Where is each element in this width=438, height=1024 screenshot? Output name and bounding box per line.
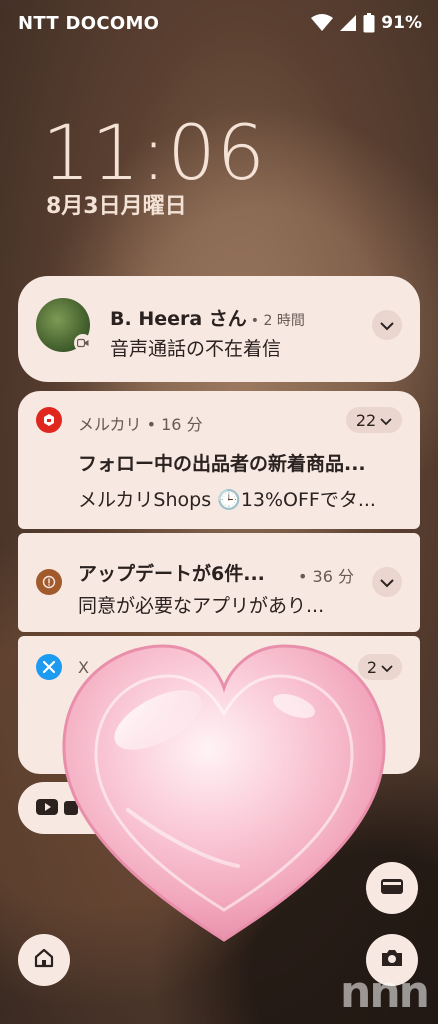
update-text: 同意が必要なアプリがあり... — [78, 595, 325, 617]
missed-call-time: • 2 時間 — [250, 313, 305, 329]
caller-name: B. Heera さん • 2 時間 — [110, 304, 305, 331]
notification-count: 22 — [355, 410, 377, 430]
mercari-app-line: メルカリ • 16 分 — [78, 415, 203, 434]
expand-button[interactable] — [372, 310, 402, 340]
chevron-down-icon — [380, 573, 394, 592]
youtube-icon — [36, 798, 58, 820]
home-button[interactable] — [18, 934, 70, 986]
lockscreen-clock: 11:06 — [42, 108, 267, 197]
info-icon — [36, 569, 62, 595]
expand-button[interactable] — [372, 567, 402, 597]
video-call-icon — [74, 334, 92, 352]
battery-percent: 91% — [381, 13, 422, 33]
notification-count-pill[interactable]: 22 — [346, 407, 402, 433]
wifi-icon — [311, 14, 334, 32]
battery-icon — [363, 13, 375, 33]
chevron-down-icon — [380, 316, 394, 335]
wallet-button[interactable] — [366, 862, 418, 914]
carrier-label: NTT DOCOMO — [18, 12, 160, 34]
app-update-notification[interactable]: アップデートが6件... • 36 分 同意が必要なアプリがあり... — [18, 533, 420, 632]
update-time: • 36 分 — [298, 567, 354, 586]
status-icons: 91% — [311, 13, 422, 33]
lockscreen-date: 8月3日月曜日 — [46, 194, 187, 219]
wallet-icon — [380, 876, 404, 900]
home-icon — [33, 947, 55, 973]
mercari-app-icon — [36, 407, 62, 433]
caller-name-text: B. Heera さん — [110, 308, 247, 330]
mercari-text: メルカリShops 🕒13%OFFでタ... — [78, 489, 376, 511]
update-title: アップデートが6件... — [78, 563, 265, 585]
mercari-notification[interactable]: メルカリ • 16 分 22 フォロー中の出品者の新着商品... メルカリSho… — [18, 391, 420, 529]
heart-sticker — [58, 640, 390, 948]
chevron-down-icon — [380, 411, 392, 430]
signal-icon — [339, 14, 357, 32]
status-bar: NTT DOCOMO 91% — [18, 10, 422, 36]
watermark-logo: nnn — [340, 967, 430, 1018]
mercari-title: フォロー中の出品者の新着商品... — [78, 453, 366, 475]
missed-call-notification[interactable]: B. Heera さん • 2 時間 音声通話の不在着信 — [18, 276, 420, 382]
missed-call-text: 音声通話の不在着信 — [110, 338, 282, 360]
